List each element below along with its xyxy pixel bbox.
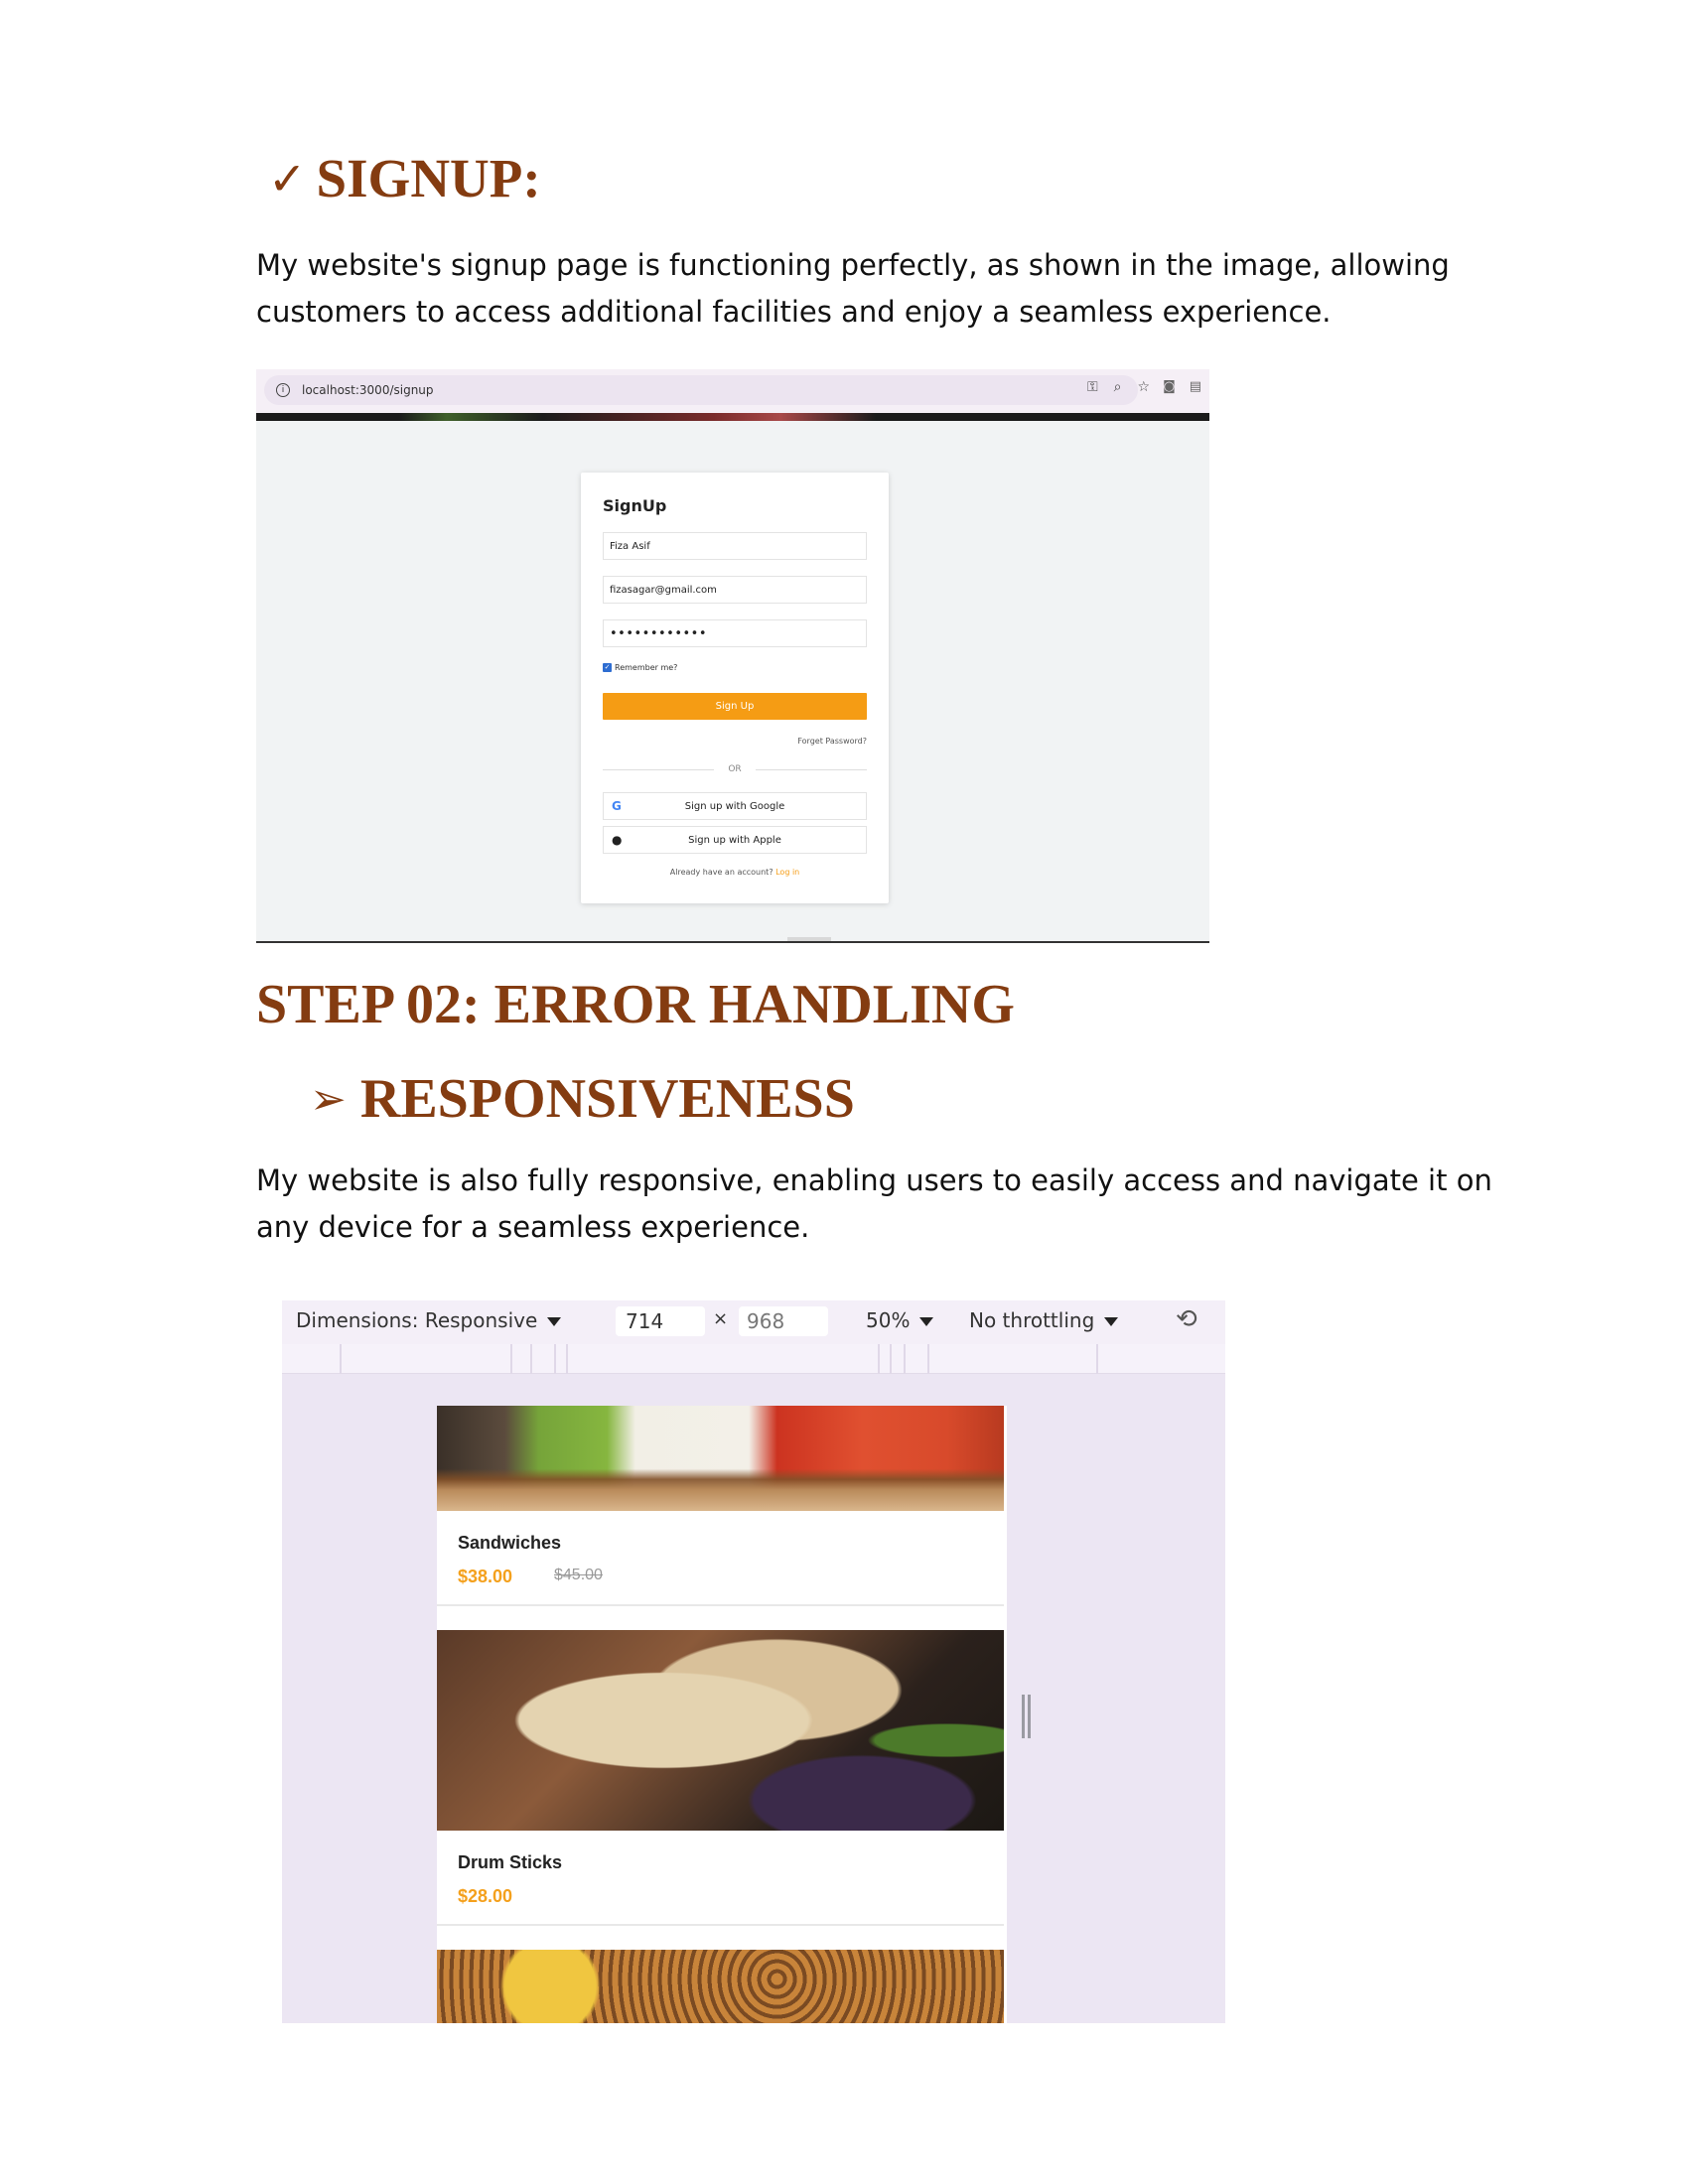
dropdown-arrow-icon xyxy=(1104,1317,1119,1326)
devtools-toolbar: Dimensions: Responsive 714 × 968 50% No … xyxy=(282,1300,1225,1344)
scroll-marker xyxy=(787,937,831,941)
responsive-screenshot: Dimensions: Responsive 714 × 968 50% No … xyxy=(282,1300,1225,2023)
login-link[interactable]: Log in xyxy=(775,868,799,877)
hero-banner-strip xyxy=(256,413,1209,421)
signup-card: SignUp Fiza Asif fizasagar@gmail.com •••… xyxy=(581,473,889,903)
menu-item-name[interactable]: Sandwiches xyxy=(458,1533,561,1554)
address-bar-actions: ⚿ ⌕ ☆ xyxy=(1087,379,1150,395)
apple-signup-button[interactable]: ● Sign up with Apple xyxy=(603,826,867,854)
signup-paragraph: My website's signup page is functioning … xyxy=(256,248,1450,329)
login-prompt-text: Already have an account? xyxy=(669,868,774,877)
key-icon[interactable]: ⚿ xyxy=(1087,379,1098,395)
login-prompt: Already have an account? Log in xyxy=(581,868,889,877)
drumsticks-image xyxy=(437,1630,1004,1831)
burger-image xyxy=(437,1950,1004,2023)
menu-item-old-price: $45.00 xyxy=(554,1567,603,1583)
or-divider: OR xyxy=(603,764,867,774)
browser-toolbar: i localhost:3000/signup ⚿ ⌕ ☆ ◙ ▤ xyxy=(256,369,1209,413)
google-signup-label: Sign up with Google xyxy=(684,800,785,812)
star-icon[interactable]: ☆ xyxy=(1137,379,1150,395)
signup-heading-text: SIGNUP: xyxy=(316,148,541,208)
media-query-ruler xyxy=(282,1344,1225,1374)
throttling-label: No throttling xyxy=(969,1308,1095,1332)
remember-label: Remember me? xyxy=(615,663,678,672)
password-field[interactable]: •••••••••••• xyxy=(603,619,867,647)
throttling-dropdown[interactable]: No throttling xyxy=(969,1308,1119,1332)
signup-button[interactable]: Sign Up xyxy=(603,693,867,720)
or-label: OR xyxy=(728,764,742,774)
arrow-bullet-icon: ➢ xyxy=(310,1073,347,1125)
camera-icon[interactable]: ◙ xyxy=(1163,379,1176,394)
divider xyxy=(437,1604,1004,1606)
rotate-icon[interactable]: ⟲ xyxy=(1176,1304,1197,1334)
google-icon: G xyxy=(612,799,622,813)
responsiveness-heading-text: RESPONSIVENESS xyxy=(359,1068,855,1130)
extension-icon[interactable]: ▤ xyxy=(1190,379,1201,394)
sandwich-image xyxy=(437,1406,1004,1511)
signup-title: SignUp xyxy=(603,496,667,515)
resize-handle[interactable] xyxy=(1020,1695,1034,1738)
dropdown-arrow-icon xyxy=(919,1317,934,1326)
menu-item-price: $38.00 xyxy=(458,1567,513,1586)
zoom-dropdown[interactable]: 50% xyxy=(866,1308,934,1332)
signup-screenshot: i localhost:3000/signup ⚿ ⌕ ☆ ◙ ▤ SignUp… xyxy=(256,369,1209,943)
menu-item-name[interactable]: Drum Sticks xyxy=(458,1852,562,1873)
address-bar[interactable]: i localhost:3000/signup xyxy=(264,375,1138,405)
dimensions-dropdown[interactable]: Dimensions: Responsive xyxy=(296,1308,562,1332)
forgot-password-link[interactable]: Forget Password? xyxy=(797,737,867,746)
device-viewport: Sandwiches $38.00 $45.00 Drum Sticks $28… xyxy=(437,1406,1007,2023)
address-url: localhost:3000/signup xyxy=(302,383,434,397)
apple-signup-label: Sign up with Apple xyxy=(688,834,781,846)
responsiveness-heading: ➢ RESPONSIVENESS xyxy=(310,1067,855,1131)
dimensions-label: Dimensions: Responsive xyxy=(296,1308,538,1332)
responsive-paragraph: My website is also fully responsive, ena… xyxy=(256,1163,1492,1244)
width-input[interactable]: 714 xyxy=(616,1306,705,1336)
extension-icons: ◙ ▤ xyxy=(1163,379,1201,394)
checkmark-icon: ✓ xyxy=(268,151,307,205)
height-input[interactable]: 968 xyxy=(739,1306,828,1336)
menu-item-price: $28.00 xyxy=(458,1886,513,1906)
name-field[interactable]: Fiza Asif xyxy=(603,532,867,560)
times-sign: × xyxy=(713,1308,729,1329)
step-heading: STEP 02: ERROR HANDLING xyxy=(256,974,1015,1035)
google-signup-button[interactable]: G Sign up with Google xyxy=(603,792,867,820)
remember-me[interactable]: ✓ Remember me? xyxy=(603,663,677,672)
signup-heading: ✓ SIGNUP: xyxy=(268,147,541,209)
email-field[interactable]: fizasagar@gmail.com xyxy=(603,576,867,604)
site-info-icon[interactable]: i xyxy=(276,383,290,397)
apple-icon: ● xyxy=(612,833,623,847)
zoom-label: 50% xyxy=(866,1308,911,1332)
zoom-icon[interactable]: ⌕ xyxy=(1114,379,1122,395)
remember-checkbox[interactable]: ✓ xyxy=(603,663,612,672)
divider xyxy=(437,1924,1004,1926)
dropdown-arrow-icon xyxy=(547,1317,562,1326)
